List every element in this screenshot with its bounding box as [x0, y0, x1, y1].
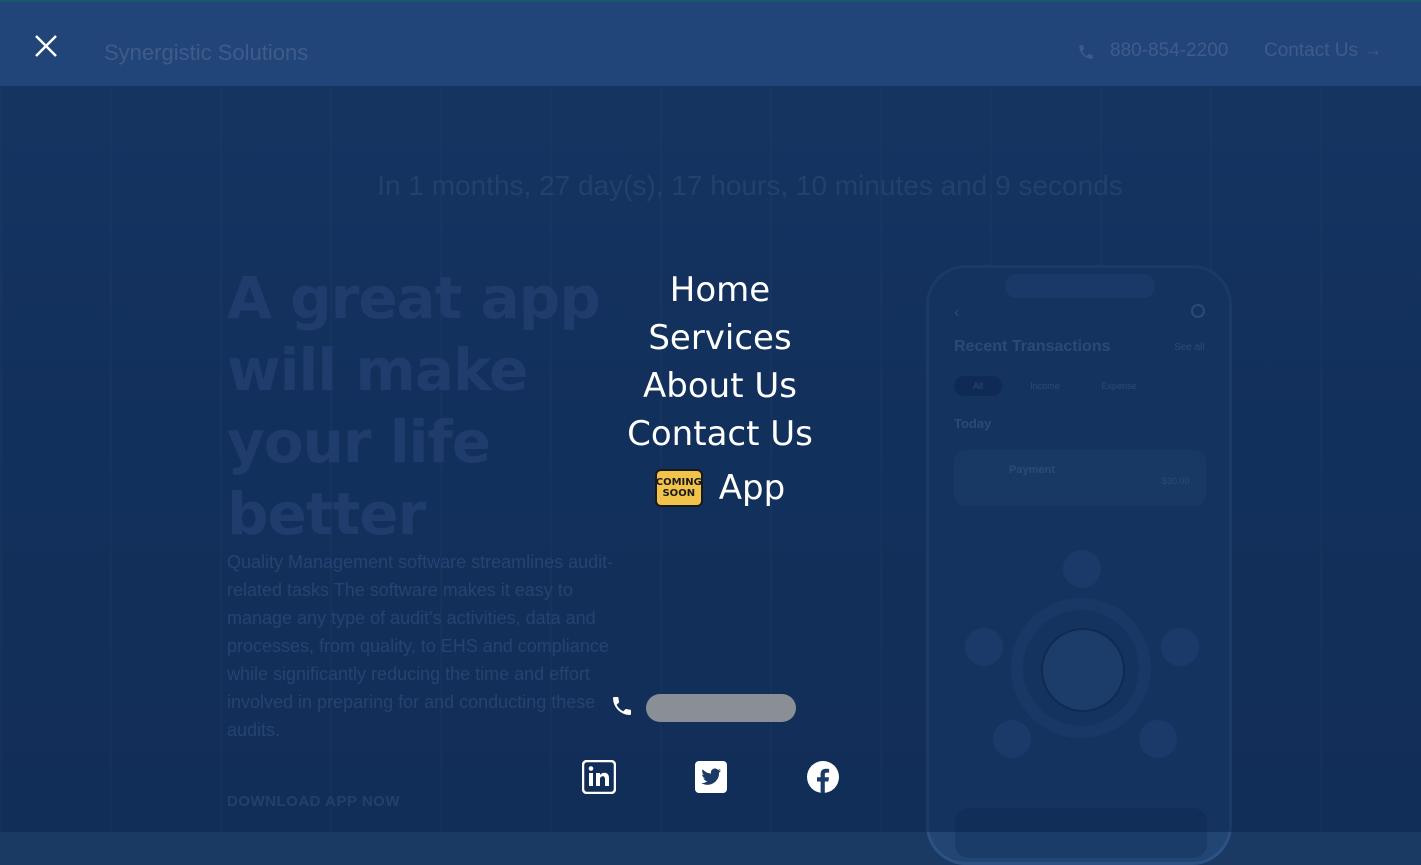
nav-about-us[interactable]: About Us [560, 362, 880, 410]
nav-services[interactable]: Services [560, 314, 880, 362]
phone-icon [613, 697, 631, 715]
nav-contact-us[interactable]: Contact Us [560, 410, 880, 458]
nav-home[interactable]: Home [560, 266, 880, 314]
coming-soon-line2: SOON [662, 488, 696, 499]
close-icon[interactable] [28, 28, 64, 64]
twitter-icon[interactable] [694, 760, 728, 794]
facebook-icon[interactable] [806, 760, 840, 794]
coming-soon-line1: COMING [655, 477, 702, 488]
nav-app-label[interactable]: App [719, 464, 785, 512]
linkedin-icon[interactable] [582, 760, 616, 794]
overlay-nav: Home Services About Us Contact Us COMING… [560, 266, 880, 512]
coming-soon-badge: COMING SOON [654, 469, 703, 507]
nav-app[interactable]: COMING SOON App [560, 464, 880, 512]
overlay-phone-number[interactable] [646, 694, 796, 722]
